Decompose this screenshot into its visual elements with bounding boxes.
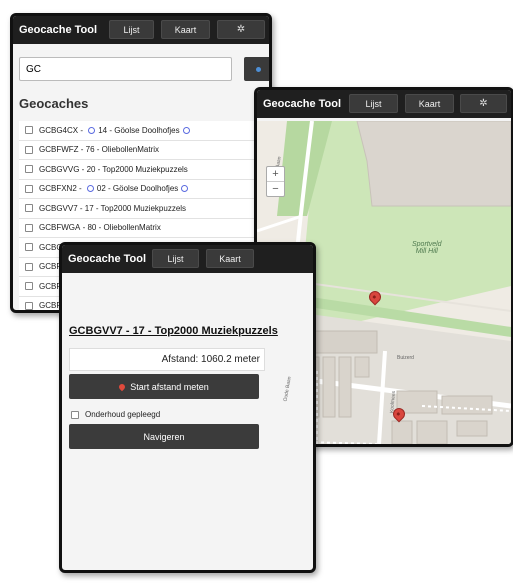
cache-checkbox[interactable]: [25, 223, 33, 232]
cache-separator: -: [76, 184, 84, 194]
map-nav-button[interactable]: Kaart: [161, 20, 210, 39]
list-item[interactable]: GCBGVVG - 20 - Top2000 Muziekpuzzels: [19, 160, 259, 180]
cache-name: 80 - OliebollenMatrix: [87, 223, 161, 233]
zoom-in-button[interactable]: +: [267, 167, 284, 182]
cache-checkbox[interactable]: [25, 282, 33, 291]
cache-name: 14 - Göolse Doolhofjes: [98, 125, 180, 135]
cache-checkbox[interactable]: [25, 145, 33, 154]
cache-checkbox[interactable]: [25, 243, 33, 252]
cache-checkbox[interactable]: [25, 301, 33, 310]
top-bar: Geocache Tool Lijst Kaart ✲: [13, 16, 269, 44]
maze-icon: [86, 185, 94, 193]
cache-name: 76 - OliebollenMatrix: [85, 145, 160, 155]
app-title: Geocache Tool: [19, 24, 98, 36]
settings-button[interactable]: ✲: [217, 20, 265, 39]
list-nav-button[interactable]: Lijst: [152, 249, 199, 268]
cache-separator: -: [80, 223, 88, 233]
list-item[interactable]: GCBGVV7 - 17 - Top2000 Muziekpuzzels: [19, 199, 259, 219]
cache-checkbox[interactable]: [25, 262, 33, 271]
maintenance-label: Onderhoud gepleegd: [85, 410, 161, 419]
start-distance-button[interactable]: Start afstand meten: [69, 374, 259, 399]
cache-code: GCBGVVG: [39, 164, 80, 174]
park-label-line-1: Sportveld: [412, 241, 442, 248]
list-nav-button[interactable]: Lijst: [349, 94, 398, 113]
list-item[interactable]: GCBFWFZ - 76 - OliebollenMatrix: [19, 140, 259, 160]
cache-title: GCBGVV7 - 17 - Top2000 Muziekpuzzels: [69, 325, 278, 337]
list-nav-button[interactable]: Lijst: [109, 20, 154, 39]
top-bar: Geocache Tool Lijst Kaart ✲: [257, 90, 511, 118]
cache-code: GCBG4CX: [39, 125, 79, 135]
detail-window: Geocache Tool Lijst Kaart GCBGVV7 - 17 -…: [59, 242, 316, 573]
list-item[interactable]: GCBG4CX - 14 - Göolse Doolhofjes: [19, 121, 259, 141]
list-item[interactable]: GCBFWGA - 80 - OliebollenMatrix: [19, 218, 259, 238]
cache-separator: -: [79, 164, 87, 174]
list-heading: Geocaches: [19, 96, 89, 111]
cache-checkbox[interactable]: [25, 184, 33, 193]
maintenance-checkbox[interactable]: [71, 410, 79, 419]
cache-code: GCBFWGA: [39, 223, 81, 233]
cache-checkbox[interactable]: [25, 165, 33, 174]
app-title: Geocache Tool: [68, 253, 147, 265]
settings-button[interactable]: ✲: [460, 94, 507, 113]
cache-separator: -: [78, 145, 86, 155]
map-nav-button[interactable]: Kaart: [206, 249, 254, 268]
maze-icon: [181, 185, 189, 193]
app-title: Geocache Tool: [263, 98, 342, 110]
search-button[interactable]: [244, 57, 269, 81]
gear-icon: ✲: [479, 98, 488, 109]
pin-icon: [117, 382, 127, 391]
gear-icon: ✲: [236, 24, 246, 35]
cache-code: GCBFXN2: [39, 184, 77, 194]
cache-separator: -: [78, 125, 86, 135]
cache-checkbox[interactable]: [25, 126, 33, 135]
cache-code: GCBFWFZ: [39, 145, 79, 155]
park-label-line-2: Mill Hill: [415, 248, 438, 255]
top-bar: Geocache Tool Lijst Kaart: [62, 245, 313, 273]
cache-code: GCBF: [39, 262, 62, 272]
maintenance-row: Onderhoud gepleegd: [71, 410, 160, 419]
maze-icon: [88, 126, 96, 134]
start-distance-label: Start afstand meten: [130, 381, 209, 392]
maze-icon: [182, 126, 190, 134]
cache-name: 02 - Göolse Doolhofjes: [96, 184, 179, 194]
cache-code: GCBF: [39, 281, 62, 291]
cache-checkbox[interactable]: [25, 204, 33, 213]
zoom-out-button[interactable]: −: [267, 182, 284, 196]
list-item[interactable]: GCBFXN2 - 02 - Göolse Doolhofjes: [19, 179, 259, 199]
cache-name: 17 - Top2000 Muziekpuzzels: [84, 203, 187, 213]
search-input[interactable]: [19, 57, 232, 81]
search-icon: [255, 66, 261, 72]
cache-name: 20 - Top2000 Muziekpuzzels: [86, 164, 188, 174]
cache-code: GCBGVV7: [39, 203, 78, 213]
cache-code: GCBF: [39, 301, 62, 311]
distance-readout: Afstand: 1060.2 meter: [69, 348, 265, 371]
park-label: Sportveld Mill Hill: [412, 241, 442, 255]
zoom-control: + −: [266, 166, 285, 197]
map-nav-button[interactable]: Kaart: [405, 94, 454, 113]
cache-separator: -: [77, 203, 85, 213]
street-label: Buizerd: [397, 355, 414, 361]
navigate-button[interactable]: Navigeren: [69, 424, 259, 449]
